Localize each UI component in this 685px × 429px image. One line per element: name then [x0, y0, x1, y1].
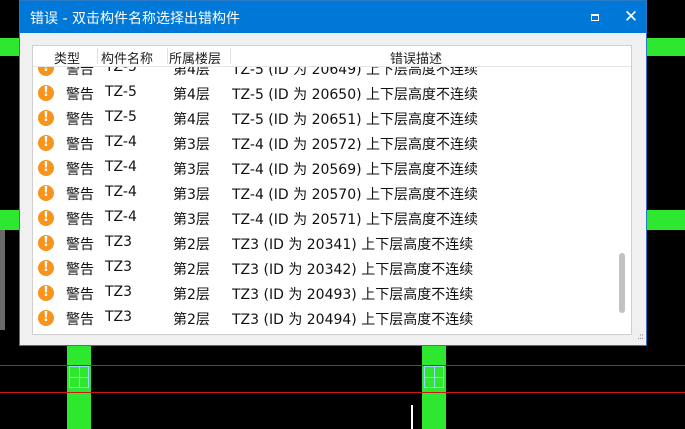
row-component-name[interactable]: TZ-4	[105, 184, 137, 200]
column-header-name[interactable]: 构件名称	[101, 48, 153, 67]
scrollbar-thumb[interactable]	[619, 253, 625, 313]
close-icon: ✕	[623, 7, 639, 27]
row-component-name[interactable]: TZ-5	[105, 109, 137, 125]
row-component-name[interactable]: TZ-4	[105, 209, 137, 225]
close-button[interactable]: ✕	[612, 1, 650, 33]
maximize-button[interactable]	[576, 1, 614, 33]
table-row[interactable]: ! 警告 TZ-4 第3层 TZ-4 (ID 为 20572) 上下层高度不连续	[33, 131, 613, 156]
row-description: TZ3 (ID 为 20341) 上下层高度不连续	[232, 237, 474, 253]
warning-icon: !	[38, 285, 54, 301]
row-type: 警告	[66, 112, 94, 128]
vertical-scrollbar[interactable]	[614, 66, 631, 334]
table-row[interactable]: ! 警告 TZ3 第2层 TZ3 (ID 为 20341) 上下层高度不连续	[33, 231, 613, 256]
error-rows: ! 警告 TZ-5 第4层 TZ-5 (ID 为 20649) 上下层高度不连续! 警告 T…	[33, 56, 613, 331]
column-header-description[interactable]: 错误描述	[390, 48, 442, 67]
row-component-name[interactable]: TZ3	[105, 259, 132, 275]
row-component-name[interactable]: TZ-5	[105, 84, 137, 100]
row-component-name[interactable]: TZ-4	[105, 159, 137, 175]
warning-icon: !	[38, 235, 54, 251]
row-floor: 第3层	[173, 162, 210, 178]
dialog-title: 错误 - 双击构件名称选择出错构件	[30, 11, 240, 27]
row-component-name[interactable]: TZ3	[105, 284, 132, 300]
table-row[interactable]: ! 警告 TZ-5 第4层 TZ-5 (ID 为 20651) 上下层高度不连续	[33, 106, 613, 131]
row-floor: 第3层	[173, 137, 210, 153]
cad-hatch-left	[69, 366, 89, 388]
column-divider[interactable]	[167, 48, 168, 64]
table-row[interactable]: ! 警告 TZ-5 第4层 TZ-5 (ID 为 20650) 上下层高度不连续	[33, 81, 613, 106]
row-description: TZ3 (ID 为 20342) 上下层高度不连续	[232, 262, 474, 278]
row-floor: 第4层	[173, 87, 210, 103]
row-description: TZ-5 (ID 为 20650) 上下层高度不连续	[232, 87, 479, 103]
dialog-titlebar[interactable]: 错误 - 双击构件名称选择出错构件 ✕	[20, 1, 646, 33]
warning-icon: !	[38, 160, 54, 176]
warning-icon: !	[38, 110, 54, 126]
cad-axis-line-top	[0, 365, 685, 366]
row-description: TZ-4 (ID 为 20570) 上下层高度不连续	[232, 187, 479, 203]
error-dialog[interactable]: 错误 - 双击构件名称选择出错构件 ✕ ! 警告 TZ-5 第4层 TZ-5 (ID 为…	[19, 0, 647, 346]
row-floor: 第4层	[173, 112, 210, 128]
table-row[interactable]: ! 警告 TZ3 第2层 TZ3 (ID 为 20494) 上下层高度不连续	[33, 306, 613, 331]
warning-icon: !	[38, 310, 54, 326]
row-type: 警告	[66, 237, 94, 253]
row-description: TZ3 (ID 为 20493) 上下层高度不连续	[232, 287, 474, 303]
warning-icon: !	[38, 185, 54, 201]
table-row[interactable]: ! 警告 TZ-4 第3层 TZ-4 (ID 为 20569) 上下层高度不连续	[33, 156, 613, 181]
cad-cursor-mark	[411, 405, 413, 429]
cad-wall-left-mid	[0, 210, 19, 230]
row-component-name[interactable]: TZ-4	[105, 134, 137, 150]
warning-icon: !	[38, 85, 54, 101]
row-description: TZ-4 (ID 为 20569) 上下层高度不连续	[232, 162, 479, 178]
resize-grip-icon[interactable]: .::	[637, 332, 644, 342]
column-header-type[interactable]: 类型	[54, 48, 80, 67]
row-description: TZ-4 (ID 为 20572) 上下层高度不连续	[232, 137, 479, 153]
warning-icon: !	[38, 135, 54, 151]
cad-edge-left	[0, 230, 5, 330]
cad-axis-line-bottom	[0, 392, 685, 393]
row-type: 警告	[66, 287, 94, 303]
row-component-name[interactable]: TZ3	[105, 234, 132, 250]
row-description: TZ-4 (ID 为 20571) 上下层高度不连续	[232, 212, 479, 228]
warning-icon: !	[38, 210, 54, 226]
row-floor: 第2层	[173, 287, 210, 303]
warning-icon: !	[38, 260, 54, 276]
row-description: TZ-5 (ID 为 20651) 上下层高度不连续	[232, 112, 479, 128]
table-row[interactable]: ! 警告 TZ-4 第3层 TZ-4 (ID 为 20571) 上下层高度不连续	[33, 206, 613, 231]
row-type: 警告	[66, 162, 94, 178]
cad-wall-left-top	[0, 38, 19, 56]
row-floor: 第2层	[173, 312, 210, 328]
row-floor: 第3层	[173, 212, 210, 228]
row-component-name[interactable]: TZ3	[105, 309, 132, 325]
table-row[interactable]: ! 警告 TZ3 第2层 TZ3 (ID 为 20342) 上下层高度不连续	[33, 256, 613, 281]
row-type: 警告	[66, 87, 94, 103]
maximize-icon	[591, 13, 599, 21]
cad-hatch-right	[424, 366, 444, 388]
table-row[interactable]: ! 警告 TZ-4 第3层 TZ-4 (ID 为 20570) 上下层高度不连续	[33, 181, 613, 206]
cad-wall-mid-right	[647, 210, 685, 230]
column-header-floor[interactable]: 所属楼层	[169, 48, 221, 67]
row-type: 警告	[66, 187, 94, 203]
row-type: 警告	[66, 137, 94, 153]
row-type: 警告	[66, 212, 94, 228]
row-floor: 第2层	[173, 237, 210, 253]
table-row[interactable]: ! 警告 TZ3 第2层 TZ3 (ID 为 20493) 上下层高度不连续	[33, 281, 613, 306]
row-floor: 第3层	[173, 187, 210, 203]
row-type: 警告	[66, 312, 94, 328]
error-list[interactable]: ! 警告 TZ-5 第4层 TZ-5 (ID 为 20649) 上下层高度不连续! 警告 T…	[32, 45, 632, 335]
column-divider[interactable]	[230, 48, 231, 64]
row-description: TZ3 (ID 为 20494) 上下层高度不连续	[232, 312, 474, 328]
cad-wall-top-right	[647, 38, 685, 56]
row-floor: 第2层	[173, 262, 210, 278]
column-divider[interactable]	[97, 48, 98, 64]
list-header: 类型 构件名称 所属楼层 错误描述	[33, 46, 631, 67]
row-type: 警告	[66, 262, 94, 278]
